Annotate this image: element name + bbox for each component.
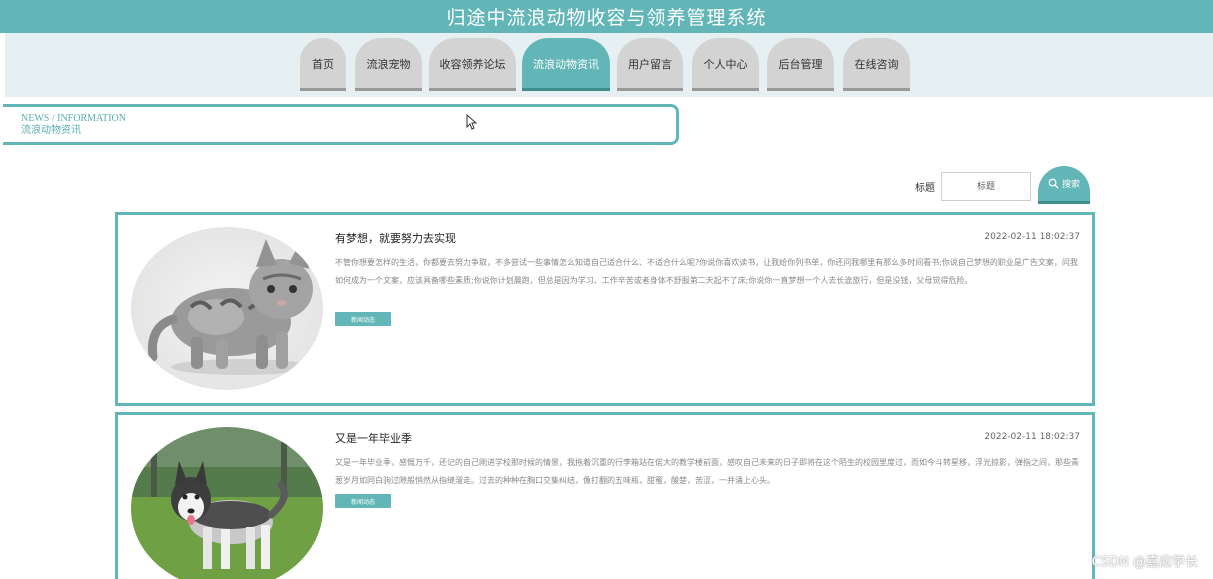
site-header: 归途中流浪动物收容与领养管理系统 [0, 0, 1213, 33]
news-title[interactable]: 有梦想，就要努力去实现 [335, 230, 456, 246]
nav-tab-admin[interactable]: 后台管理 [767, 38, 834, 91]
main-nav: 首页 流浪宠物 收容领养论坛 流浪动物资讯 用户留言 个人中心 后台管理 在线咨… [5, 33, 1213, 97]
breadcrumb: NEWS / INFORMATION 流浪动物资讯 [3, 104, 679, 145]
search-button[interactable]: 搜索 [1038, 166, 1090, 204]
news-description: 又是一年毕业季，感慨万千，还记的自己刚进学校那时候的情景，我拖着沉重的行李箱站在… [335, 458, 1079, 485]
nav-tab-news[interactable]: 流浪动物资讯 [522, 38, 610, 91]
breadcrumb-english: NEWS / INFORMATION [21, 113, 126, 124]
nav-tab-home[interactable]: 首页 [300, 38, 346, 91]
news-title[interactable]: 又是一年毕业季 [335, 430, 412, 446]
news-image-husky[interactable] [131, 427, 323, 579]
news-description: 不管你想要怎样的生活，你都要去努力争取，不多尝试一些事情怎么知道自己适合什么、不… [335, 258, 1078, 285]
news-timestamp: 2022-02-11 18:02:37 [984, 232, 1080, 242]
search-label: 标题 [915, 183, 935, 194]
nav-tab-messages[interactable]: 用户留言 [617, 38, 683, 91]
news-image-cat[interactable] [131, 227, 323, 390]
nav-tab-stray-pets[interactable]: 流浪宠物 [355, 38, 422, 91]
news-category-tag[interactable]: 新闻动态 [335, 312, 391, 326]
news-card[interactable]: 有梦想，就要努力去实现 2022-02-11 18:02:37 不管你想要怎样的… [115, 212, 1095, 406]
watermark: CSDN @嘉应学长 [1091, 555, 1198, 570]
search-button-label: 搜索 [1061, 180, 1080, 190]
search-input[interactable] [941, 172, 1031, 201]
mouse-cursor-icon [466, 114, 478, 130]
news-card[interactable]: 又是一年毕业季 2022-02-11 18:02:37 又是一年毕业季，感慨万千… [115, 412, 1095, 579]
nav-tab-consult[interactable]: 在线咨询 [843, 38, 910, 91]
breadcrumb-chinese: 流浪动物资讯 [21, 125, 81, 136]
site-title: 归途中流浪动物收容与领养管理系统 [446, 7, 767, 29]
nav-tab-forum[interactable]: 收容领养论坛 [429, 38, 516, 91]
nav-tab-user-center[interactable]: 个人中心 [692, 38, 759, 91]
search-icon [1048, 178, 1059, 189]
news-timestamp: 2022-02-11 18:02:37 [984, 432, 1080, 442]
news-category-tag[interactable]: 新闻动态 [335, 494, 391, 508]
